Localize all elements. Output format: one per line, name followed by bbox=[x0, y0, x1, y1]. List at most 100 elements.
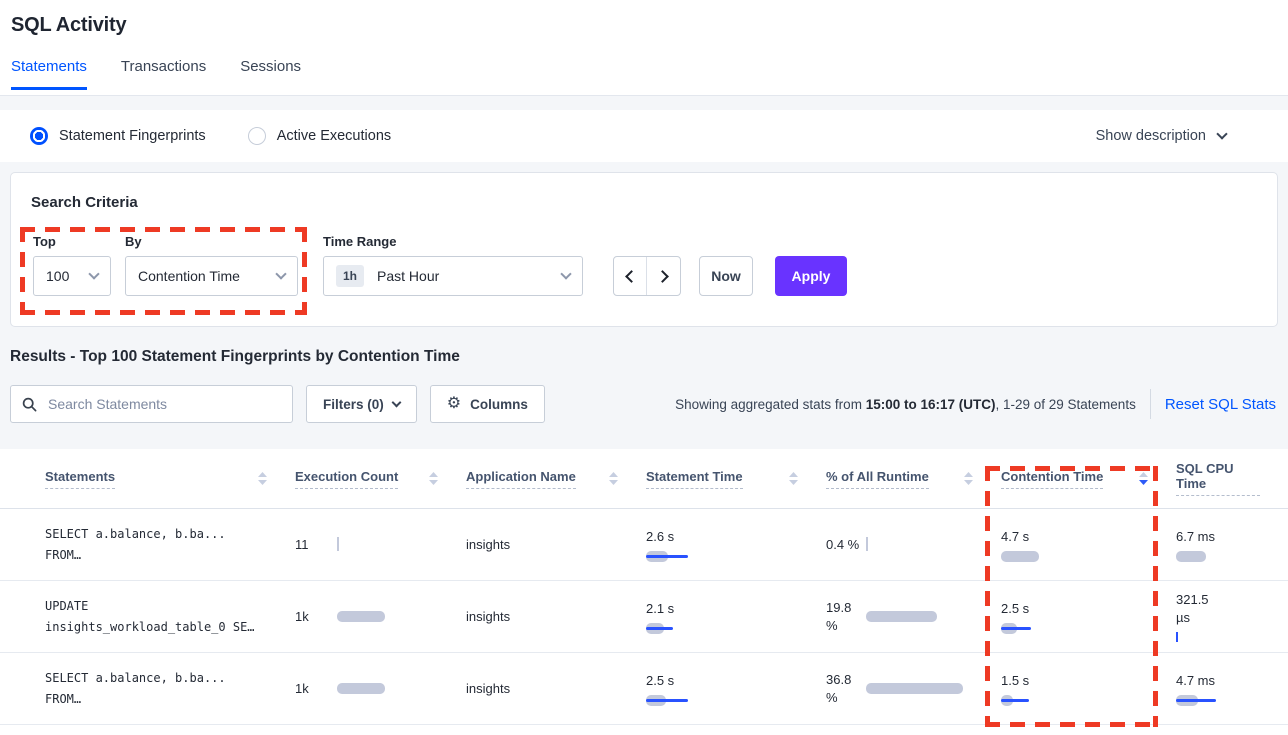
radio-selected-icon[interactable] bbox=[30, 127, 48, 145]
top-select-value: 100 bbox=[46, 268, 69, 284]
content-band: Statement Fingerprints Active Executions… bbox=[0, 96, 1288, 449]
by-field-group: By Contention Time bbox=[125, 234, 298, 296]
criteria-controls: Top 100 By Contention Time Time Range bbox=[33, 234, 1257, 296]
time-range-select[interactable]: 1h Past Hour bbox=[323, 256, 583, 296]
statement-text-line: FROM… bbox=[45, 545, 281, 566]
statement-cell[interactable]: UPDATEinsights_workload_table_0 SE… bbox=[45, 581, 295, 652]
radio-unselected-icon[interactable] bbox=[248, 127, 266, 145]
sort-icon bbox=[1139, 472, 1148, 485]
sort-icon bbox=[258, 472, 267, 485]
application-name-cell: insights bbox=[466, 509, 646, 580]
application-name-value: insights bbox=[466, 681, 510, 696]
time-range-label: Time Range bbox=[323, 234, 583, 249]
search-icon bbox=[22, 397, 37, 412]
top-label: Top bbox=[33, 234, 111, 249]
time-range-badge: 1h bbox=[336, 265, 364, 287]
radio-label[interactable]: Statement Fingerprints bbox=[59, 128, 206, 144]
statement-text-line: UPDATE bbox=[45, 596, 281, 617]
results-toolbar: Filters (0) ⚙ Columns Showing aggregated… bbox=[10, 385, 1278, 423]
radio-statement-fingerprints[interactable]: Statement Fingerprints bbox=[30, 127, 206, 145]
time-range-value: Past Hour bbox=[377, 268, 439, 284]
show-description-label[interactable]: Show description bbox=[1096, 128, 1206, 144]
runtime-percent-cell: 36.8 % bbox=[826, 653, 1001, 724]
column-header-execution-count[interactable]: Execution Count bbox=[295, 469, 466, 489]
bar-chart bbox=[1001, 695, 1144, 706]
column-header-sql-cpu-time[interactable]: SQL CPU Time bbox=[1176, 461, 1288, 496]
bar-chart bbox=[646, 623, 794, 634]
reset-sql-stats-link[interactable]: Reset SQL Stats bbox=[1165, 396, 1278, 413]
statement-time-cell: 2.5 s bbox=[646, 653, 826, 724]
bar-gray-segment bbox=[1001, 551, 1039, 562]
search-input[interactable] bbox=[46, 395, 281, 413]
show-description-toggle[interactable]: Show description bbox=[1096, 128, 1258, 144]
by-label: By bbox=[125, 234, 298, 249]
now-button[interactable]: Now bbox=[699, 256, 753, 296]
by-select-value: Contention Time bbox=[138, 268, 240, 284]
execution-count-cell: 11 bbox=[295, 509, 466, 580]
table-row[interactable]: SELECT a.balance, b.ba...FROM…1kinsights… bbox=[0, 653, 1288, 725]
bar-chart bbox=[866, 683, 975, 694]
bar-chart bbox=[1176, 632, 1256, 643]
statement-cell[interactable]: SELECT a.balance, b.ba...FROM… bbox=[45, 653, 295, 724]
contention-time-cell: 2.5 s bbox=[1001, 581, 1176, 652]
time-prev-button[interactable] bbox=[614, 257, 647, 295]
sql-cpu-time-cell-value: 4.7 ms bbox=[1176, 672, 1222, 690]
bar-blue-segment bbox=[1176, 632, 1178, 642]
bar-chart bbox=[337, 539, 440, 550]
column-header--of-all-runtime[interactable]: % of All Runtime bbox=[826, 469, 1001, 489]
bar-chart bbox=[337, 683, 440, 694]
column-header-application-name[interactable]: Application Name bbox=[466, 469, 646, 489]
filters-button[interactable]: Filters (0) bbox=[306, 385, 417, 423]
tab-sessions[interactable]: Sessions bbox=[240, 58, 301, 90]
contention-time-cell: 4.7 s bbox=[1001, 509, 1176, 580]
column-header-statements[interactable]: Statements bbox=[45, 469, 295, 489]
time-nav-buttons bbox=[613, 256, 681, 296]
table-row[interactable]: SELECT a.balance, b.ba...FROM…11 insights… bbox=[0, 509, 1288, 581]
search-box[interactable] bbox=[10, 385, 293, 423]
columns-button[interactable]: ⚙ Columns bbox=[430, 385, 545, 423]
divider bbox=[1150, 389, 1151, 419]
chevron-down-icon bbox=[1216, 128, 1227, 139]
bar-chart bbox=[1176, 695, 1256, 706]
chevron-down-icon bbox=[275, 268, 286, 279]
radio-active-executions[interactable]: Active Executions bbox=[248, 127, 391, 145]
contention-time-cell-value: 4.7 s bbox=[1001, 528, 1047, 546]
tab-statements[interactable]: Statements bbox=[11, 58, 87, 90]
column-header-label: Statement Time bbox=[646, 469, 743, 489]
gear-icon: ⚙ bbox=[447, 396, 461, 412]
chevron-right-icon bbox=[656, 270, 669, 283]
column-header-statement-time[interactable]: Statement Time bbox=[646, 469, 826, 489]
column-header-label: Statements bbox=[45, 469, 115, 489]
statement-text-line: FROM… bbox=[45, 689, 281, 710]
contention-time-cell: 1.5 s bbox=[1001, 653, 1176, 724]
execution-count-cell-value: 11 bbox=[295, 536, 337, 554]
statements-table: Statements Execution CountApplication Nam… bbox=[0, 449, 1288, 725]
radio-label[interactable]: Active Executions bbox=[277, 128, 391, 144]
search-criteria-card: Search Criteria Top 100 By Contention Ti… bbox=[10, 172, 1278, 327]
bar-gray-segment bbox=[337, 611, 385, 622]
apply-button[interactable]: Apply bbox=[775, 256, 847, 296]
bar-blue-segment bbox=[646, 699, 688, 702]
table-row[interactable]: UPDATEinsights_workload_table_0 SE…1kins… bbox=[0, 581, 1288, 653]
application-name-value: insights bbox=[466, 537, 510, 552]
chevron-down-icon bbox=[560, 268, 571, 279]
by-select[interactable]: Contention Time bbox=[125, 256, 298, 296]
statement-text-line: SELECT a.balance, b.ba... bbox=[45, 668, 281, 689]
statement-time-cell-value: 2.6 s bbox=[646, 528, 692, 546]
column-header-contention-time[interactable]: Contention Time bbox=[1001, 469, 1176, 489]
stats-prefix: Showing aggregated stats from bbox=[675, 397, 866, 412]
top-field-group: Top 100 bbox=[33, 234, 111, 296]
time-next-button[interactable] bbox=[647, 257, 680, 295]
bar-blue-segment bbox=[1176, 699, 1216, 702]
bar-blue-segment bbox=[1001, 699, 1029, 702]
table-header-row: Statements Execution CountApplication Nam… bbox=[0, 449, 1288, 509]
execution-count-cell: 1k bbox=[295, 581, 466, 652]
top-select[interactable]: 100 bbox=[33, 256, 111, 296]
runtime-percent-cell-value: 36.8 % bbox=[826, 671, 866, 707]
sql-activity-page: SQL Activity Statements Transactions Ses… bbox=[0, 0, 1288, 735]
sql-cpu-time-cell-value: 6.7 ms bbox=[1176, 528, 1222, 546]
time-range-group: Time Range 1h Past Hour bbox=[323, 234, 583, 296]
bar-chart bbox=[337, 611, 440, 622]
tab-transactions[interactable]: Transactions bbox=[121, 58, 206, 90]
statement-cell[interactable]: SELECT a.balance, b.ba...FROM… bbox=[45, 509, 295, 580]
